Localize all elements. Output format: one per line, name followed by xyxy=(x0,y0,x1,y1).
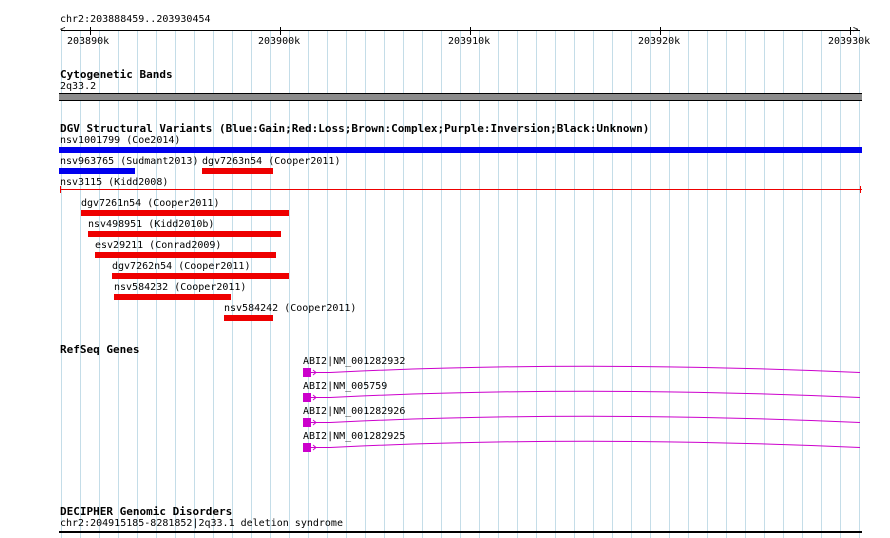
exon-block xyxy=(303,443,311,452)
decipher-bar[interactable] xyxy=(59,531,862,533)
decipher-entry-label[interactable]: chr2:204915185-8281852|2q33.1 deletion s… xyxy=(60,518,343,530)
intron-line xyxy=(311,390,861,398)
gene-label[interactable]: ABI2|NM_001282925 xyxy=(303,431,405,443)
exon-block xyxy=(303,368,311,377)
exon-block xyxy=(303,393,311,402)
refseq-gene-models xyxy=(303,365,861,452)
track-title[interactable]: DECIPHER Genomic Disorders xyxy=(60,505,232,518)
gene-label[interactable]: ABI2|NM_001282926 xyxy=(303,406,405,418)
gene-label[interactable]: ABI2|NM_001282932 xyxy=(303,356,405,368)
gene-label[interactable]: ABI2|NM_005759 xyxy=(303,381,387,393)
exon-block xyxy=(303,418,311,427)
